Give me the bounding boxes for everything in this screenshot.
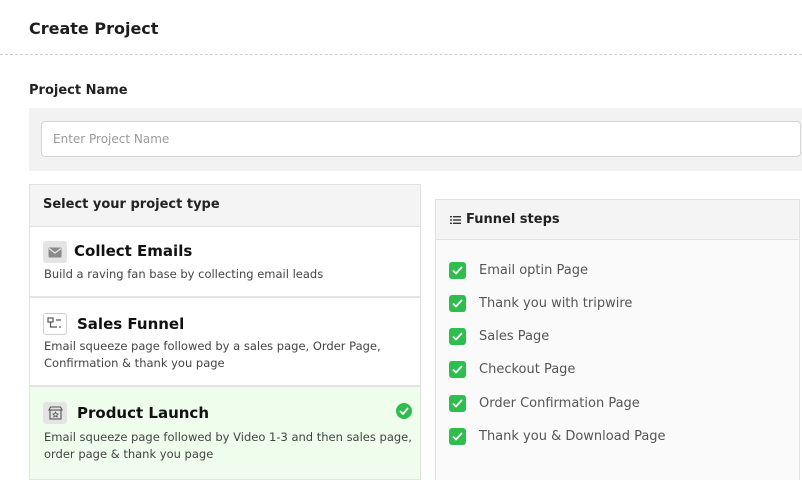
project-name-input[interactable] [41,121,801,157]
project-type-sales-funnel[interactable]: Sales Funnel Email squeeze page followed… [30,298,420,387]
checkbox-checked-icon[interactable] [449,261,466,279]
funnel-step[interactable]: Email optin Page [449,261,588,279]
project-type-description: Build a raving fan base by collecting em… [44,267,324,281]
project-name-panel [29,108,802,171]
project-type-product-launch[interactable]: Product Launch Email squeeze page follow… [30,387,420,480]
funnel-step-label: Sales Page [479,328,550,344]
funnel-step[interactable]: Sales Page [449,327,549,345]
page-header: Create Project [0,0,802,55]
funnel-step-label: Thank you & Download Page [479,428,666,444]
funnel-step[interactable]: Order Confirmation Page [449,394,640,412]
funnel-step-label: Thank you with tripwire [479,295,633,311]
checkbox-checked-icon[interactable] [449,327,466,345]
checkbox-checked-icon[interactable] [449,360,466,378]
funnel-step-label: Checkout Page [479,361,576,377]
project-type-title: Collect Emails [74,242,193,260]
funnel-steps-header: Funnel steps [436,200,799,240]
project-name-label: Project Name [29,83,128,98]
funnel-step-label: Order Confirmation Page [479,395,640,411]
funnel-steps-heading: Funnel steps [466,212,560,227]
project-type-heading: Select your project type [30,185,420,227]
funnel-step[interactable]: Thank you with tripwire [449,294,632,312]
funnel-flow-icon [43,313,67,335]
project-type-description: Email squeeze page followed by Video 1-3… [44,430,412,461]
project-type-panel: Select your project type Collect Emails … [29,184,421,480]
list-icon [450,214,461,239]
project-type-title: Product Launch [77,404,210,422]
project-type-description: Email squeeze page followed by a sales p… [44,339,381,370]
project-type-title: Sales Funnel [77,315,185,333]
funnel-step[interactable]: Thank you & Download Page [449,427,666,445]
store-launch-icon [43,402,67,424]
page-title: Create Project [29,19,159,38]
project-type-collect-emails[interactable]: Collect Emails Build a raving fan base b… [30,227,420,298]
selected-check-icon [396,403,412,419]
checkbox-checked-icon[interactable] [449,394,466,412]
checkbox-checked-icon[interactable] [449,294,466,312]
funnel-step-label: Email optin Page [479,262,588,278]
checkbox-checked-icon[interactable] [449,427,466,445]
funnel-step[interactable]: Checkout Page [449,360,575,378]
envelope-icon [43,241,67,263]
funnel-steps-panel: Funnel steps Email optin Page Thank you … [435,199,800,480]
